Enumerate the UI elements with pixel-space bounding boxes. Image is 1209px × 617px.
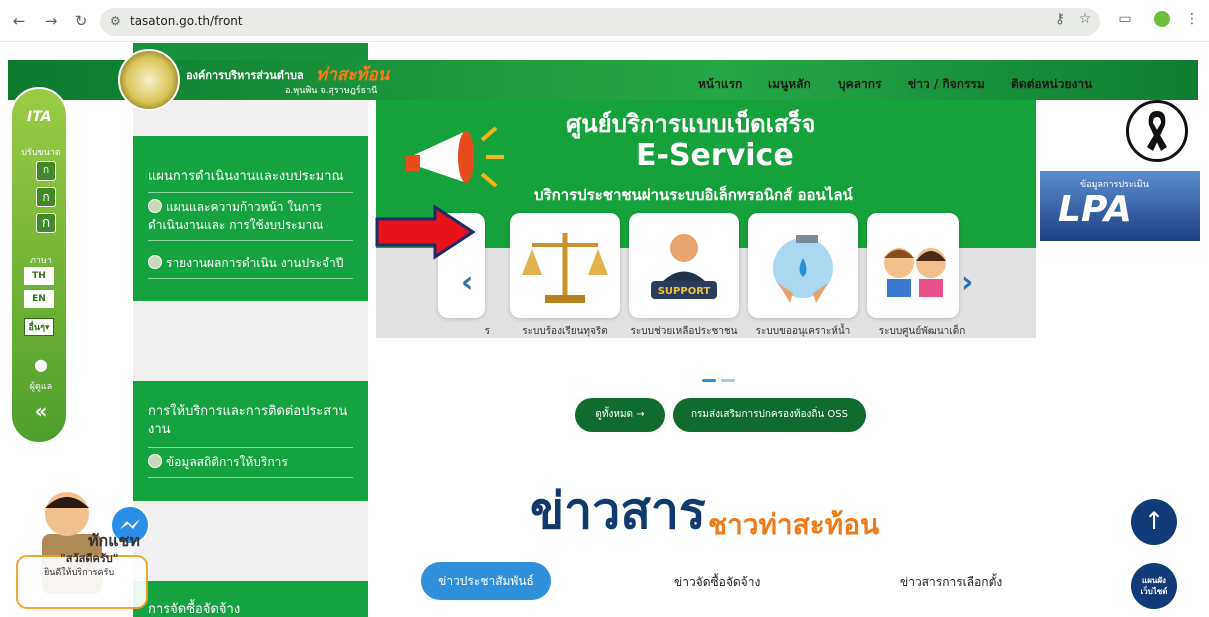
org-name: องค์การบริหารส่วนตำบล [186,69,304,82]
service-card-water[interactable] [748,213,858,318]
back-icon[interactable]: ← [10,12,28,30]
service-card-label[interactable]: ระบบศูนย์พัฒนาเด็ก [862,324,982,339]
accessibility-sidebar: ITA ปรับขนาด ก ก ก ภาษา TH EN อื่นๆ▾ ● ผ… [10,87,68,444]
procurement-panel: การจัดซื้อจัดจ้าง [133,581,368,617]
partial-card-label[interactable]: ร [430,324,490,339]
support-text: SUPPORT [658,286,711,297]
lang-en-button[interactable]: EN [24,290,54,308]
org-logo[interactable] [118,49,180,111]
bullet-icon [148,199,162,213]
service-card-children[interactable] [867,213,959,318]
font-size-large-button[interactable]: ก [36,213,56,233]
divider [148,192,353,193]
service-card-corruption[interactable] [510,213,620,318]
menu-personnel[interactable]: บุคลากร [838,75,881,94]
bookmark-star-icon[interactable]: ☆ [1075,11,1095,27]
user-icon[interactable]: ● [14,355,68,374]
panel-title: การจัดซื้อจัดจ้าง [148,602,241,617]
carousel-dot-active[interactable] [702,379,716,382]
font-size-label: ปรับขนาด [21,148,61,158]
address-bar[interactable]: ⚙ tasaton.go.th/front [100,8,1100,36]
divider [148,477,353,478]
carousel-next-icon[interactable]: › [961,265,973,300]
carousel-dot[interactable] [721,379,735,382]
ita-logo[interactable]: ITA [27,109,52,125]
service-card-label[interactable]: ระบบขออนุเคราะห์น้ำ [743,324,863,339]
children-icon [884,248,946,297]
service-panel: การให้บริการและการติดต่อประสานงาน ข้อมูล… [133,381,368,501]
mourning-ribbon-icon [1126,100,1188,162]
org-location: อ.พุนพิน จ.สุราษฎร์ธานี [285,86,378,96]
language-label: ภาษา [30,256,52,266]
tab-election-news[interactable]: ข่าวสารการเลือกตั้ง [900,573,1002,592]
scales-icon [522,233,608,303]
service-card-label[interactable]: ระบบช่วยเหลือประชาชน [624,324,744,339]
menu-main[interactable]: เมนูหลัก [768,75,811,94]
panel-link-label: ข้อมูลสถิติการให้บริการ [166,455,288,469]
lpa-logo: LPA [1058,189,1132,230]
admin-label[interactable]: ผู้ดูแล [14,379,68,393]
page: หน้าแรก เมนูหลัก บุคลากร ข่าว / กิจกรรม … [0,43,1209,617]
browser-menu-icon[interactable]: ⋮ [1182,11,1202,27]
panel-title: แผนการดำเนินงานและงบประมาณ [148,169,344,184]
lang-th-button[interactable]: TH [24,267,54,285]
chat-subtitle: ยินดีให้บริการครับ [44,568,115,578]
menu-news[interactable]: ข่าว / กิจกรรม [908,75,985,94]
menu-home[interactable]: หน้าแรก [698,75,742,94]
panel-link-label: รายงานผลการดำเนิน งานประจำปี [166,256,344,270]
scroll-top-icon[interactable]: ↑ [1131,499,1177,545]
panel-link[interactable]: รายงานผลการดำเนิน งานประจำปี [148,254,353,272]
panel-link-label: แผนและความก้าวหน้า ในการดำเนินงานและ การ… [148,200,324,232]
news-heading: ข่าวสาร [530,482,706,540]
forward-icon[interactable]: → [42,12,60,30]
url-text[interactable]: tasaton.go.th/front [130,14,243,28]
bullet-icon [148,454,162,468]
red-arrow-icon [375,205,475,260]
collapse-icon[interactable]: « [14,399,68,423]
sitemap-button[interactable]: แผนผังเว็บไซต์ [1131,563,1177,609]
tab-pr-news[interactable]: ข่าวประชาสัมพันธ์ [421,562,551,600]
service-card-label[interactable]: ระบบร้องเรียนทุจริต [505,324,625,339]
megaphone-icon [406,126,504,188]
news-subheading: ชาวท่าสะท้อน [708,508,880,541]
reload-icon[interactable]: ↻ [72,12,90,30]
divider [148,278,353,279]
password-key-icon[interactable]: ⚷ [1050,11,1070,27]
oss-button[interactable]: กรมส่งเสริมการปกครองท้องถิ่น OSS [673,398,866,432]
divider [148,240,353,241]
panel-title: การให้บริการและการติดต่อประสานงาน [148,404,348,437]
site-info-icon[interactable]: ⚙ [110,14,121,28]
panel-link[interactable]: ข้อมูลสถิติการให้บริการ [148,453,353,471]
left-column-bg [133,43,368,617]
water-tap-icon [773,235,833,303]
font-size-small-button[interactable]: ก [36,161,56,181]
lpa-banner[interactable]: ข้อมูลการประเมิน LPA [1040,171,1200,241]
lang-other-dropdown[interactable]: อื่นๆ▾ [24,318,54,336]
profile-avatar-icon[interactable] [1152,11,1172,31]
panel-link[interactable]: แผนและความก้าวหน้า ในการดำเนินงานและ การ… [148,198,353,234]
reading-mode-icon[interactable]: ▭ [1115,11,1135,27]
menu-contact[interactable]: ติดต่อหน่วยงาน [1011,75,1092,94]
lang-other-label: อื่นๆ [28,323,45,333]
service-card-support[interactable]: SUPPORT [629,213,739,318]
browser-toolbar: ← → ↻ ⚙ tasaton.go.th/front ⚷ ☆ ▭ ⋮ [0,0,1209,42]
carousel-prev-icon[interactable]: ‹ [461,265,473,300]
eservice-description: บริการประชาชนผ่านระบบอิเล็กทรอนิกส์ ออนไ… [534,186,853,204]
plan-budget-panel: แผนการดำเนินงานและงบประมาณ แผนและความก้า… [133,136,368,301]
support-icon: SUPPORT [651,234,717,299]
bullet-icon [148,255,162,269]
font-size-medium-button[interactable]: ก [36,187,56,207]
eservice-subtitle: E-Service [636,138,794,173]
divider [148,447,353,448]
view-all-button[interactable]: ดูทั้งหมด → [575,398,665,432]
tab-procurement-news[interactable]: ข่าวจัดซื้อจัดจ้าง [674,573,760,592]
